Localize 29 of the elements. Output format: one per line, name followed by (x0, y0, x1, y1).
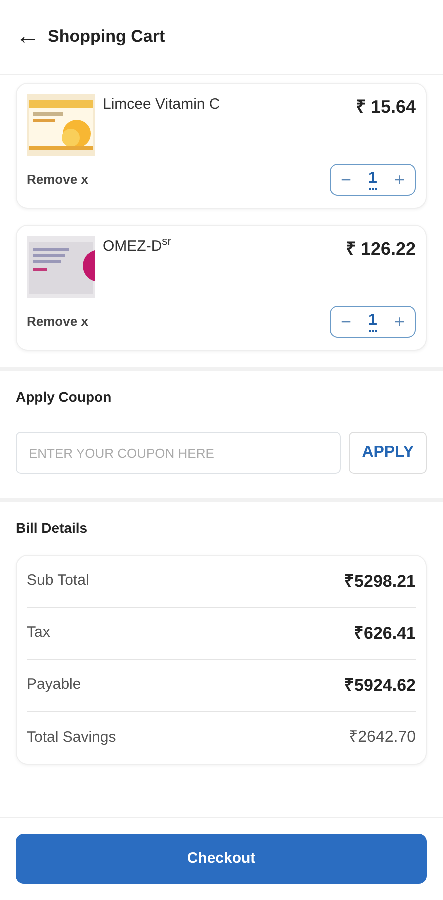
bill-amount: ₹2642.70 (349, 728, 416, 748)
product-price: ₹ 126.22 (346, 238, 416, 261)
checkout-button[interactable]: Checkout (16, 834, 427, 884)
plus-button[interactable]: + (388, 171, 411, 189)
bill-amount: ₹5924.62 (344, 674, 416, 697)
coupon-field[interactable]: ENTER YOUR COUPON HERE (16, 432, 342, 474)
bill-label: Total Savings (27, 728, 116, 748)
minus-button[interactable]: − (335, 313, 358, 331)
minus-button[interactable]: − (335, 171, 358, 189)
plus-button[interactable]: + (388, 313, 411, 331)
quantity-value: 1 (368, 312, 378, 332)
page-title: Shopping Cart (48, 26, 166, 48)
section-heading: Bill Details (16, 519, 89, 538)
product-name: Limcee Vitamin C (103, 95, 222, 115)
back-button[interactable]: ← (16, 25, 48, 49)
product-price: ₹ 15.64 (356, 96, 416, 119)
product-name: OMEZ-D$^{sr}$ (103, 236, 173, 257)
quantity-stepper[interactable]: − 1 + (330, 164, 416, 196)
quantity-value: 1 (368, 170, 378, 190)
remove-link[interactable]: Remove x (27, 170, 88, 190)
remove-link[interactable]: Remove x (27, 312, 88, 332)
bill-label: Tax (27, 623, 50, 644)
apply-button[interactable]: APPLY (349, 432, 427, 474)
bill-amount: ₹5298.21 (344, 570, 416, 593)
section-heading: Apply Coupon (16, 388, 113, 407)
bill-label: Sub Total (27, 571, 90, 592)
quantity-stepper[interactable]: − 1 + (330, 306, 416, 338)
bill-amount: ₹626.41 (354, 622, 416, 645)
bill-label: Payable (27, 675, 82, 696)
